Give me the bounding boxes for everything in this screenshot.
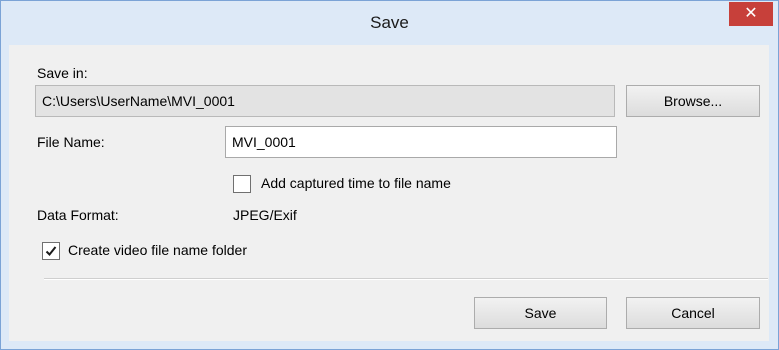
browse-button[interactable]: Browse...: [626, 85, 760, 117]
data-format-label: Data Format:: [37, 207, 119, 223]
dialog-title: Save: [370, 13, 409, 32]
save-button[interactable]: Save: [474, 297, 607, 329]
close-button[interactable]: ✕: [729, 2, 773, 26]
close-icon: ✕: [744, 5, 758, 22]
save-in-label: Save in:: [37, 65, 88, 81]
checkmark-icon: [45, 246, 57, 256]
create-folder-label[interactable]: Create video file name folder: [68, 242, 247, 258]
title-bar[interactable]: Save ✕: [1, 1, 778, 45]
cancel-button[interactable]: Cancel: [626, 297, 760, 329]
dialog-content: Save in: C:\Users\UserName\MVI_0001 Brow…: [9, 45, 769, 341]
file-name-input[interactable]: [225, 126, 617, 158]
add-time-label[interactable]: Add captured time to file name: [261, 175, 451, 191]
file-name-label: File Name:: [37, 134, 105, 150]
save-dialog: Save ✕ Save in: C:\Users\UserName\MVI_00…: [0, 0, 779, 350]
save-in-path-field: C:\Users\UserName\MVI_0001: [35, 85, 615, 117]
add-time-checkbox[interactable]: [233, 175, 251, 193]
divider: [44, 278, 768, 280]
create-folder-checkbox[interactable]: [42, 242, 60, 260]
data-format-value: JPEG/Exif: [233, 207, 297, 223]
